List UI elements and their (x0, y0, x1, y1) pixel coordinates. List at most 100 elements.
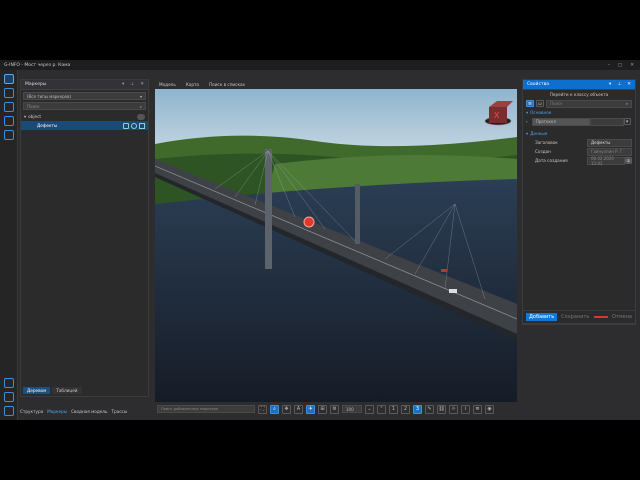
chevron-down-icon[interactable]: ▾ (623, 118, 631, 125)
close-icon[interactable]: ✕ (140, 82, 144, 87)
eye-icon[interactable] (131, 122, 137, 129)
goto-class-label: Перейти к классу объекта (549, 92, 609, 97)
folder-icon[interactable] (123, 122, 129, 129)
zoom-tool-icon[interactable]: ⌕ (270, 404, 279, 414)
measure-icon[interactable]: A (294, 404, 303, 414)
tab-tree[interactable]: Деревом (23, 387, 51, 394)
viewport-toolbar: Поиск добавленных маркеров ⛶ ⌕ ✥ A ✈ ⊞ ⚙… (155, 402, 517, 416)
zoom-value: 100 (346, 406, 354, 412)
settings-icon[interactable] (3, 116, 14, 126)
brush-icon[interactable]: ✎ (425, 404, 434, 414)
tab-model[interactable]: Модель (157, 81, 178, 88)
close-button[interactable]: ✕ (630, 63, 634, 68)
dropdown-icon[interactable]: ▾ (122, 82, 124, 87)
dropdown-icon[interactable]: ▾ (609, 82, 611, 87)
cancel-button[interactable]: Отмена (612, 314, 632, 320)
user-icon[interactable] (4, 392, 14, 402)
menu-icon[interactable] (139, 122, 145, 129)
visibility-icon[interactable] (137, 113, 145, 120)
created-by-field: Гайнуллин Р. Г. (587, 147, 632, 156)
fullscreen-icon[interactable]: ⛶ (258, 404, 267, 414)
chat-icon[interactable] (3, 102, 14, 112)
tab-search-lists[interactable]: Поиск в списках (207, 81, 247, 88)
created-date-field: 06.02.2020 12:02 (587, 156, 625, 166)
tree-item-defects[interactable]: Дефекты (21, 121, 148, 130)
tab-markers[interactable]: Маркеры (47, 409, 67, 414)
info-icon[interactable]: i (461, 404, 470, 414)
chevron-down-icon[interactable]: ⌄ (365, 404, 374, 414)
chevron-up-icon[interactable]: ⌃ (377, 404, 386, 414)
tree-item-label: object (28, 114, 42, 119)
status-value[interactable] (589, 117, 624, 126)
goto-class-link[interactable]: Перейти к классу объекта (523, 90, 635, 99)
search-icon: ⌕ (625, 101, 628, 106)
viewport-search-input[interactable]: Поиск добавленных маркеров (157, 405, 255, 413)
zoom-select[interactable]: 100 (342, 405, 362, 413)
defect-marker[interactable] (303, 216, 315, 228)
pylon-left (265, 149, 272, 269)
camera-icon[interactable]: ◉ (485, 404, 494, 414)
tree-item-object[interactable]: ▾ object (21, 112, 148, 121)
walk-icon[interactable]: ⚙ (330, 404, 339, 414)
table-icon[interactable] (3, 130, 14, 140)
tab-map[interactable]: Карта (184, 81, 201, 88)
categorized-icon[interactable]: ≡ (526, 100, 534, 107)
tab-table[interactable]: Таблицей (52, 387, 82, 394)
bottom-panel-tabs: Структура Маркеры Сводная модель Трассы (20, 409, 127, 414)
properties-search-placeholder: Поиск (550, 101, 563, 106)
viewport-tabs: Модель Карта Поиск в списках (155, 79, 517, 89)
layers-icon[interactable]: ≣ (473, 404, 482, 414)
close-icon[interactable]: ✕ (627, 82, 631, 87)
svg-text:X: X (494, 111, 500, 120)
page-2-button[interactable]: 2 (401, 404, 410, 414)
minimize-button[interactable]: – (608, 63, 610, 68)
markers-panel-header: Маркеры ▾ ⊥ ✕ (21, 80, 148, 90)
section-data[interactable]: ▾ Данные (523, 129, 635, 138)
pin-icon[interactable]: ⊥ (130, 82, 134, 87)
page-1-button[interactable]: 1 (389, 404, 398, 414)
tab-routes[interactable]: Трассы (111, 409, 127, 414)
status-row: › Протокол ▾ (523, 117, 635, 126)
sun-icon[interactable]: ☼ (449, 404, 458, 414)
expand-icon[interactable]: ▾ (24, 114, 26, 119)
section-general[interactable]: ▾ Основное (523, 108, 635, 117)
property-label: Создан (535, 149, 551, 154)
expand-icon[interactable]: › (526, 119, 528, 124)
markers-panel: Маркеры ▾ ⊥ ✕ (Все типы маркеров) ▾ Поис… (20, 79, 149, 397)
title-bar: G-INFO - Мост через р. Кама – □ ✕ (0, 60, 640, 70)
3d-viewport[interactable]: X (155, 89, 517, 402)
window-title: G-INFO - Мост через р. Кама (4, 62, 71, 68)
tab-structure[interactable]: Структура (20, 409, 43, 414)
pin-icon[interactable]: ⊥ (617, 82, 621, 87)
binoculars-icon[interactable] (3, 74, 14, 84)
properties-panel-title: Свойства (527, 82, 549, 87)
maximize-button[interactable]: □ (618, 63, 622, 68)
tab-summary-model[interactable]: Сводная модель (71, 409, 107, 414)
documents-icon[interactable] (3, 88, 14, 98)
alphabetical-icon[interactable]: AZ (536, 100, 544, 107)
section-icon[interactable]: ⊞ (318, 404, 327, 414)
home-icon[interactable] (4, 378, 14, 388)
markers-view-tabs: Деревом Таблицей (23, 387, 82, 394)
section-data-label: Данные (530, 131, 548, 136)
properties-panel-header: Свойства ▾ ⊥ ✕ (523, 80, 635, 90)
car (441, 269, 447, 272)
properties-panel: Свойства ▾ ⊥ ✕ Перейти к классу объекта … (522, 79, 636, 325)
markers-search-input[interactable]: Поиск ⌕ (23, 102, 146, 110)
marker-type-value: (Все типы маркеров) (27, 93, 71, 99)
save-button[interactable]: Сохранить (561, 314, 589, 320)
add-button[interactable]: Добавить (526, 313, 558, 321)
move-icon[interactable]: ✥ (282, 404, 291, 414)
title-field[interactable]: Дефекты (587, 138, 632, 147)
bridge-scene: X (155, 89, 517, 402)
properties-search-input[interactable]: Поиск ⌕ (546, 99, 632, 108)
viewport-search-placeholder: Поиск добавленных маркеров (161, 407, 219, 411)
collapse-icon: ▾ (526, 110, 529, 115)
calendar-icon[interactable]: ▦ (625, 157, 632, 164)
link-icon[interactable]: ⛓ (437, 404, 446, 414)
select-tool-icon[interactable]: ✈ (306, 404, 315, 414)
page-3-button[interactable]: 3 (413, 404, 422, 414)
marker-type-select[interactable]: (Все типы маркеров) ▾ (23, 92, 146, 100)
help-icon[interactable] (4, 406, 14, 416)
left-icon-bar (0, 70, 18, 420)
